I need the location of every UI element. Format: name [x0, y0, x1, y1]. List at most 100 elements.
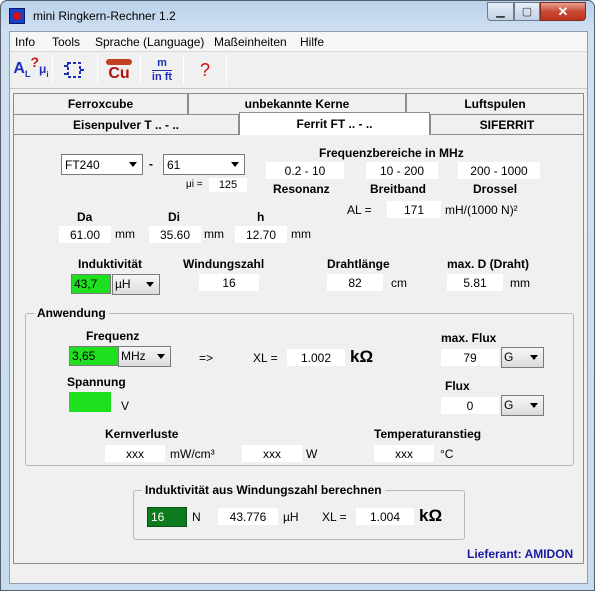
turns-calc-unit: N	[192, 510, 201, 524]
mu-value: 125	[209, 178, 247, 192]
circuit-icon	[64, 62, 84, 78]
chevron-down-icon	[530, 355, 538, 360]
menu-help[interactable]: Hilfe	[300, 35, 324, 49]
max-flux-value: 79	[441, 349, 499, 366]
mu-label: μi =	[186, 179, 203, 190]
turns-calc-input[interactable]: 16	[147, 507, 187, 527]
material-select[interactable]: 61	[163, 154, 245, 175]
calc-inductance-unit: µH	[283, 510, 299, 524]
da-value: 61.00	[59, 226, 111, 243]
max-wire-d-unit: mm	[510, 276, 530, 290]
minimize-button[interactable]: ▁	[487, 2, 514, 21]
units-button[interactable]: m in ft	[144, 54, 180, 86]
menu-units[interactable]: Maßeinheiten	[214, 35, 287, 49]
frequency-unit-select[interactable]: MHz	[118, 346, 171, 367]
supplier-label: Lieferant: AMIDON	[467, 547, 574, 561]
inductance-unit-select[interactable]: µH	[112, 274, 160, 295]
tab-ferrit[interactable]: Ferrit FT .. - ..	[239, 112, 430, 135]
flux-unit-select[interactable]: G	[501, 395, 544, 416]
resonanz-label: Resonanz	[273, 182, 330, 196]
menu-info[interactable]: Info	[15, 35, 35, 49]
frequency-unit-value: MHz	[121, 349, 146, 363]
power-loss-unit: W	[306, 447, 318, 461]
circuit-button[interactable]	[56, 54, 92, 86]
help-button[interactable]: ?	[187, 54, 223, 86]
drossel-label: Drossel	[473, 182, 518, 196]
chevron-down-icon	[231, 162, 239, 167]
drossel-value: 200 - 1000	[458, 162, 540, 179]
inductance-input[interactable]: 43,7	[71, 274, 111, 294]
tab-eisenpulver[interactable]: Eisenpulver T .. - ..	[13, 114, 239, 135]
menu-bar: Info Tools Sprache (Language) Maßeinheit…	[10, 32, 587, 51]
xl-label: XL =	[253, 351, 278, 365]
resonanz-value: 0.2 - 10	[266, 162, 344, 179]
menu-tools[interactable]: Tools	[52, 35, 80, 49]
inductance-label: Induktivität	[78, 257, 143, 271]
chevron-down-icon	[157, 354, 165, 359]
chevron-down-icon	[530, 403, 538, 408]
calc-xl-unit: kΩ	[419, 506, 443, 525]
flux-value: 0	[441, 397, 499, 414]
toolbar: AL?μi Cu m in ft ?	[10, 51, 587, 89]
max-wire-d-label: max. D (Draht)	[447, 257, 530, 271]
wire-length-unit: cm	[391, 276, 407, 290]
copper-wire-button[interactable]: Cu	[101, 54, 137, 86]
tab-ferroxcube[interactable]: Ferroxcube	[13, 93, 188, 114]
h-label: h	[257, 210, 265, 224]
client-area: Info Tools Sprache (Language) Maßeinheit…	[9, 31, 588, 584]
al-mu-icon: AL?μi	[13, 54, 49, 80]
core-loss-label: Kernverluste	[105, 427, 179, 441]
title-bar[interactable]: mini Ringkern-Rechner 1.2 ▁ ▢ ✕	[1, 1, 594, 31]
maximize-button[interactable]: ▢	[514, 2, 540, 21]
anwendung-title: Anwendung	[34, 306, 109, 320]
breitband-value: 10 - 200	[366, 162, 438, 179]
calc-title: Induktivität aus Windungszahl berechnen	[142, 483, 385, 497]
al-unit: mH/(1000 N)²	[445, 203, 518, 217]
frequency-input[interactable]: 3,65	[69, 346, 119, 366]
temp-rise-unit: °C	[440, 447, 454, 461]
max-flux-unit-select[interactable]: G	[501, 347, 544, 368]
flux-label: Flux	[445, 379, 470, 393]
breitband-label: Breitband	[370, 182, 427, 196]
voltage-unit: V	[121, 399, 130, 413]
core-loss-value: xxx	[105, 445, 165, 462]
chevron-down-icon	[129, 162, 137, 167]
tab-unbekannte-kerne[interactable]: unbekannte Kerne	[188, 93, 406, 114]
material-value: 61	[167, 157, 181, 172]
app-icon[interactable]	[9, 8, 25, 24]
core-loss-unit: mW/cm³	[170, 447, 215, 461]
menu-language[interactable]: Sprache (Language)	[95, 35, 204, 49]
inductance-unit-value: µH	[115, 277, 131, 291]
al-mu-calculator-button[interactable]: AL?μi	[13, 54, 49, 86]
max-flux-label: max. Flux	[441, 331, 497, 345]
da-unit: mm	[115, 227, 135, 241]
turns-label: Windungszahl	[183, 257, 265, 271]
al-value: 171	[387, 201, 441, 218]
ferrit-tab-panel: FT240 - 61 μi = 125 Frequenzbereiche in …	[13, 134, 584, 564]
temp-rise-label: Temperaturanstieg	[374, 427, 482, 441]
di-unit: mm	[204, 227, 224, 241]
voltage-label: Spannung	[67, 375, 126, 389]
calc-xl-label: XL =	[322, 510, 347, 524]
tab-luftspulen[interactable]: Luftspulen	[406, 93, 584, 114]
xl-value: 1.002	[287, 349, 345, 366]
core-type-select[interactable]: FT240	[61, 154, 143, 175]
core-type-value: FT240	[65, 157, 100, 172]
close-button[interactable]: ✕	[540, 2, 586, 21]
calc-xl-value: 1.004	[356, 508, 414, 525]
h-unit: mm	[291, 227, 311, 241]
di-label: Di	[168, 210, 180, 224]
flux-unit-value: G	[504, 398, 514, 412]
help-icon: ?	[199, 59, 210, 80]
units-icon: m in ft	[151, 56, 173, 83]
h-value: 12.70	[235, 226, 287, 243]
al-label: AL =	[347, 203, 372, 217]
copper-icon: Cu	[106, 58, 132, 82]
temp-rise-value: xxx	[374, 445, 434, 462]
voltage-input[interactable]	[69, 392, 111, 412]
calc-inductance-value: 43.776	[218, 508, 278, 525]
tab-siferrit[interactable]: SIFERRIT	[430, 114, 584, 135]
arrow-label: =>	[199, 351, 214, 365]
max-wire-d-value: 5.81	[447, 274, 503, 291]
da-label: Da	[77, 210, 93, 224]
